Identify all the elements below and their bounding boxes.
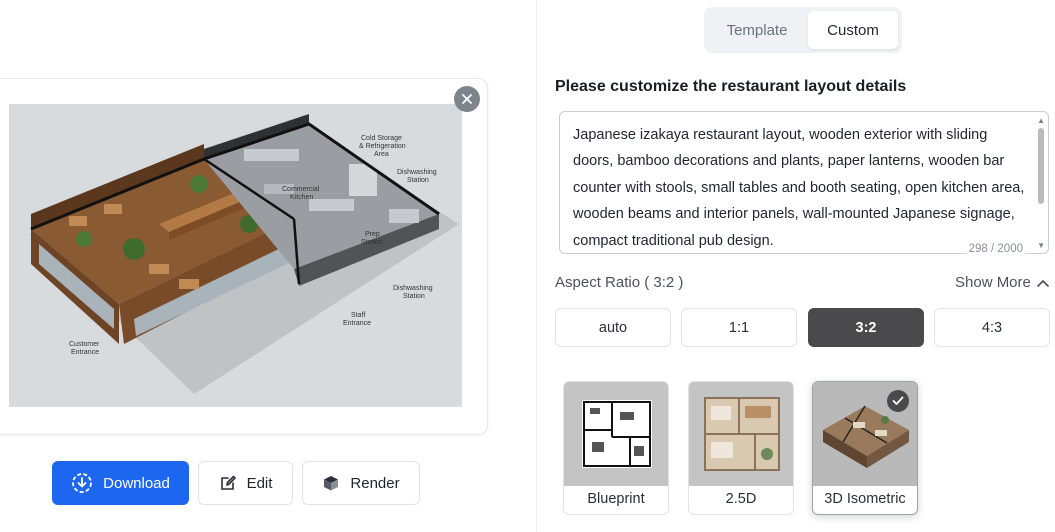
label-cold-storage: Cold Storage	[361, 135, 402, 142]
style-label-blueprint: Blueprint	[587, 491, 645, 507]
style-card-3d-isometric[interactable]: 3D Isometric	[812, 381, 918, 515]
show-more-toggle[interactable]: Show More	[955, 274, 1049, 291]
mode-switch: Template Custom	[704, 7, 902, 53]
prompt-scrollbar[interactable]	[1038, 128, 1044, 204]
chevron-up-icon	[1037, 279, 1049, 287]
style-label-3d-isometric: 3D Isometric	[824, 491, 906, 507]
label-dishwashing-top: Dishwashing	[397, 169, 437, 176]
style-card-2-5d[interactable]: 2.5D	[688, 381, 794, 515]
style-card-blueprint[interactable]: Blueprint	[563, 381, 669, 515]
edit-button[interactable]: Edit	[198, 461, 293, 505]
label-dishwashing-bottom: Dishwashing	[393, 285, 433, 292]
label-commercial-kitchen: Commercial	[282, 186, 320, 193]
svg-text:Prep Station: Prep Station	[361, 231, 383, 246]
download-button[interactable]: Download	[52, 461, 189, 505]
style-label-2-5d: 2.5D	[725, 491, 757, 507]
close-icon	[462, 94, 472, 104]
tab-custom[interactable]: Custom	[808, 11, 898, 49]
svg-text:Customer Entrance: Customer Entrance	[69, 341, 101, 356]
ratio-option-auto[interactable]: auto	[555, 308, 671, 347]
ratio-option-1-1[interactable]: 1:1	[681, 308, 797, 347]
tab-template[interactable]: Template	[708, 11, 806, 49]
close-preview-button[interactable]	[454, 86, 480, 112]
isometric-restaurant-illustration: Cold Storage & Refrigeration Area Dishwa…	[9, 104, 462, 407]
generated-layout-image: Cold Storage & Refrigeration Area Dishwa…	[9, 104, 462, 407]
ratio-option-4-3[interactable]: 4:3	[934, 308, 1050, 347]
scroll-down-arrow-icon[interactable]: ▼	[1037, 241, 1045, 250]
scroll-up-arrow-icon[interactable]: ▲	[1037, 116, 1045, 125]
ratio-option-3-2[interactable]: 3:2	[808, 308, 924, 347]
blueprint-thumbnail	[564, 382, 668, 486]
download-label: Download	[103, 474, 170, 492]
edit-label: Edit	[246, 474, 273, 492]
2-5d-thumbnail	[689, 382, 793, 486]
cube-icon	[324, 476, 339, 491]
download-icon	[72, 473, 93, 493]
label-prep-station: Prep	[365, 231, 380, 238]
label-customer-entrance: Customer	[69, 341, 100, 348]
character-count: 298 / 2000	[966, 243, 1025, 255]
section-title: Please customize the restaurant layout d…	[555, 78, 907, 95]
selected-check-icon	[887, 390, 909, 412]
prompt-textarea[interactable]: Japanese izakaya restaurant layout, wood…	[559, 111, 1049, 255]
edit-icon	[220, 475, 236, 490]
preview-pane: Cold Storage & Refrigeration Area Dishwa…	[0, 0, 537, 532]
render-button[interactable]: Render	[302, 461, 420, 505]
prompt-text[interactable]: Japanese izakaya restaurant layout, wood…	[573, 122, 1028, 254]
show-more-label: Show More	[955, 274, 1031, 291]
settings-pane: Template Custom Please customize the res…	[538, 0, 1055, 532]
aspect-ratio-label: Aspect Ratio ( 3:2 )	[555, 274, 684, 291]
render-label: Render	[350, 474, 400, 492]
label-staff-entrance: Staff	[351, 312, 365, 319]
